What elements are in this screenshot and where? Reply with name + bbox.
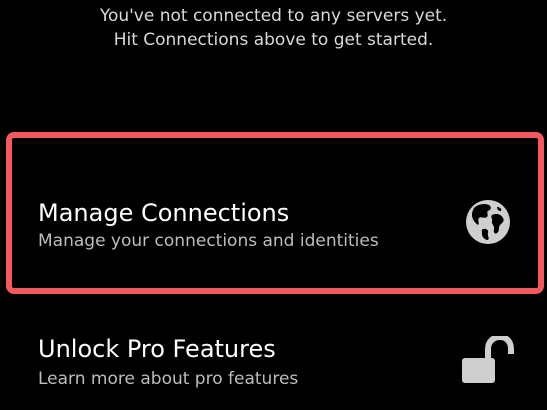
empty-state-message: You've not connected to any servers yet.… [0, 4, 547, 52]
unlock-pro-title: Unlock Pro Features [38, 335, 276, 363]
manage-connections-title: Manage Connections [38, 199, 290, 227]
manage-connections-subtitle: Manage your connections and identities [38, 231, 379, 251]
unlock-pro-subtitle: Learn more about pro features [38, 369, 299, 389]
empty-state-line-2: Hit Connections above to get started. [113, 30, 434, 50]
app-screen: You've not connected to any servers yet.… [0, 0, 547, 410]
unlock-pro-item[interactable]: Unlock Pro Features Learn more about pro… [0, 322, 547, 410]
unlocked-padlock-icon [462, 336, 514, 383]
globe-icon [466, 200, 510, 244]
empty-state-line-1: You've not connected to any servers yet. [99, 6, 448, 26]
manage-connections-item[interactable]: Manage Connections Manage your connectio… [0, 180, 547, 270]
